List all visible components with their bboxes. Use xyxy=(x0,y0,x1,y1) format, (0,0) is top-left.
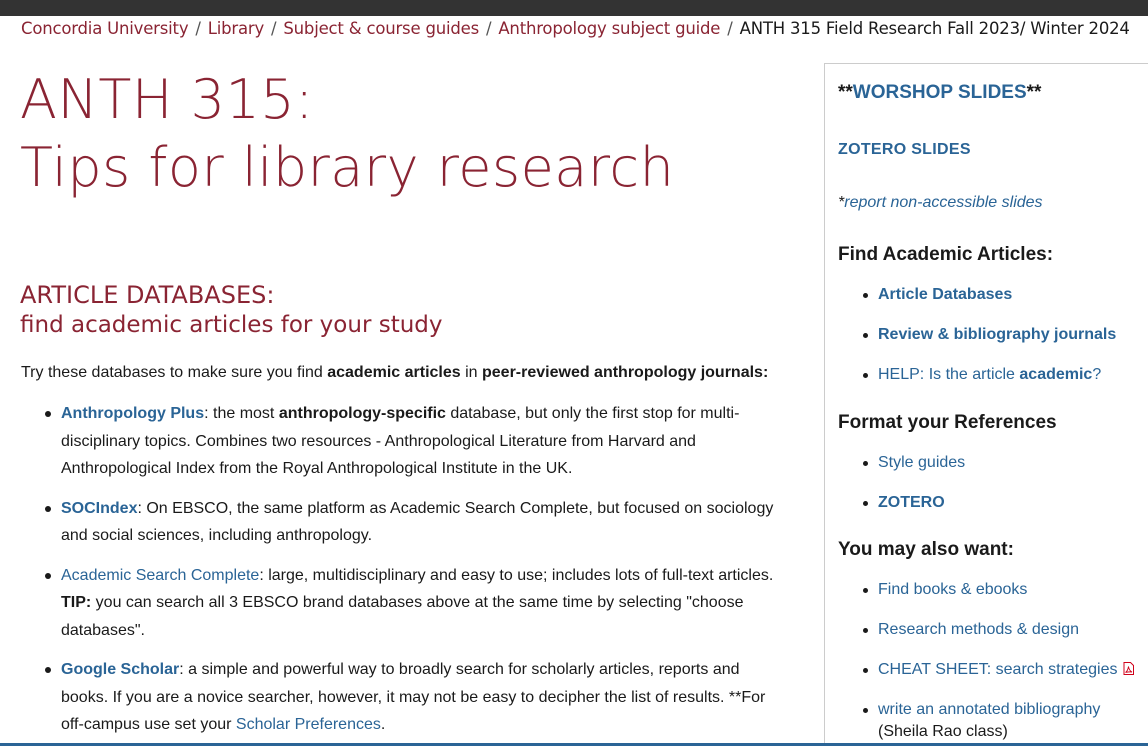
breadcrumb-separator: / xyxy=(727,19,733,38)
article-databases-link[interactable]: Article Databases xyxy=(878,286,1012,303)
page-title-line1: ANTH 315: xyxy=(20,68,314,131)
db-text: : large, multidisciplinary and easy to u… xyxy=(259,566,774,584)
db-text: . xyxy=(380,716,386,733)
list-item: write an annotated bibliography (Sheila R… xyxy=(863,699,1134,740)
help-post: ? xyxy=(1092,366,1102,383)
annotated-note: (Sheila Rao class) xyxy=(878,723,1008,740)
breadcrumb-concordia[interactable]: Concordia University xyxy=(21,19,189,38)
style-guides-link[interactable]: Style guides xyxy=(878,454,965,471)
asterisks: ** xyxy=(1026,82,1042,103)
annotated-bibliography-link[interactable]: write an annotated bibliography xyxy=(878,701,1100,718)
breadcrumb-separator: / xyxy=(195,19,201,38)
also-want-list: Find books & ebooks Research methods & d… xyxy=(863,579,1134,740)
zotero-slides-link[interactable]: ZOTERO SLIDES xyxy=(838,141,971,159)
format-references-heading: Format your References xyxy=(838,412,1057,433)
list-item: Style guides xyxy=(862,452,965,492)
asterisks: ** xyxy=(838,82,853,103)
list-item: Article Databases xyxy=(862,284,1116,324)
tip-label: TIP: xyxy=(61,594,92,611)
report-slides: *report non-accessible slides xyxy=(838,194,1043,212)
academic-search-complete-link[interactable]: Academic Search Complete xyxy=(61,567,259,584)
section-heading: ARTICLE DATABASES: find academic article… xyxy=(20,280,443,340)
list-item: Research methods & design xyxy=(863,619,1134,659)
zotero-link[interactable]: ZOTERO xyxy=(878,494,945,511)
help-academic-link[interactable]: HELP: Is the article academic? xyxy=(878,366,1101,383)
page-title: ANTH 315: Tips for library research xyxy=(20,66,674,202)
intro-bold-2: peer-reviewed anthropology journals: xyxy=(482,364,769,381)
intro-pre: Try these databases to make sure you fin… xyxy=(21,364,328,381)
page-title-line2: Tips for library research xyxy=(20,136,675,199)
breadcrumb-anthropology-guide[interactable]: Anthropology subject guide xyxy=(498,19,720,38)
db-text: : On EBSCO, the same platform as Academi… xyxy=(61,499,774,545)
breadcrumb: Concordia University / Library / Subject & c… xyxy=(21,19,1130,38)
intro-bold-1: academic articles xyxy=(327,364,461,381)
format-references-list: Style guides ZOTERO xyxy=(862,452,965,532)
database-list: Anthropology Plus: the most anthropology… xyxy=(45,400,791,746)
list-item-academic-search-complete: Academic Search Complete: large, multidi… xyxy=(45,562,791,645)
report-non-accessible-link[interactable]: report non-accessible slides xyxy=(844,194,1042,211)
intro-mid: in xyxy=(460,364,482,381)
breadcrumb-library[interactable]: Library xyxy=(208,19,264,38)
breadcrumb-separator: / xyxy=(485,19,492,38)
scholar-preferences-link[interactable]: Scholar Preferences xyxy=(236,716,381,733)
google-scholar-link[interactable]: Google Scholar xyxy=(61,661,179,678)
workshop-slides-link[interactable]: WORSHOP SLIDES xyxy=(853,82,1027,103)
socindex-link[interactable]: SOCIndex xyxy=(61,500,137,517)
find-books-link[interactable]: Find books & ebooks xyxy=(878,581,1027,598)
breadcrumb-subject-guides[interactable]: Subject & course guides xyxy=(283,19,479,38)
anthropology-plus-link[interactable]: Anthropology Plus xyxy=(61,405,204,422)
list-item: Find books & ebooks xyxy=(863,579,1134,619)
review-journals-link[interactable]: Review & bibliography journals xyxy=(878,326,1116,343)
help-bold: academic xyxy=(1019,366,1093,383)
research-methods-link[interactable]: Research methods & design xyxy=(878,621,1079,638)
db-text: : the most xyxy=(204,405,279,422)
list-item-socindex: SOCIndex: On EBSCO, the same platform as… xyxy=(45,495,791,550)
breadcrumb-separator: / xyxy=(271,19,277,38)
section-heading-line2: find academic articles for your study xyxy=(20,312,443,338)
find-articles-list: Article Databases Review & bibliography … xyxy=(862,284,1116,404)
db-bold: anthropology-specific xyxy=(278,405,446,422)
also-want-heading: You may also want: xyxy=(838,539,1014,560)
cheat-sheet-link[interactable]: CHEAT SHEET: search strategies xyxy=(878,661,1118,678)
section-heading-line1: ARTICLE DATABASES: xyxy=(20,281,275,309)
breadcrumb-current: ANTH 315 Field Research Fall 2023/ Winte… xyxy=(739,19,1130,38)
find-articles-heading: Find Academic Articles: xyxy=(838,244,1054,265)
help-pre: HELP: Is the article xyxy=(878,366,1020,383)
list-item: ZOTERO xyxy=(862,492,965,532)
list-item: CHEAT SHEET: search strategies xyxy=(863,659,1134,699)
list-item-google-scholar: Google Scholar: a simple and powerful wa… xyxy=(45,656,791,739)
pdf-icon xyxy=(1123,660,1134,675)
list-item: HELP: Is the article academic? xyxy=(862,364,1116,404)
workshop-slides: **WORSHOP SLIDES** xyxy=(838,82,1041,104)
list-item-anthropology-plus: Anthropology Plus: the most anthropology… xyxy=(45,400,791,483)
sidebar: **WORSHOP SLIDES** ZOTERO SLIDES *report… xyxy=(824,63,1148,746)
intro-text: Try these databases to make sure you fin… xyxy=(21,362,768,384)
tip-text: you can search all 3 EBSCO brand databas… xyxy=(61,594,744,639)
list-item: Review & bibliography journals xyxy=(862,324,1116,364)
top-bar xyxy=(0,0,1148,16)
